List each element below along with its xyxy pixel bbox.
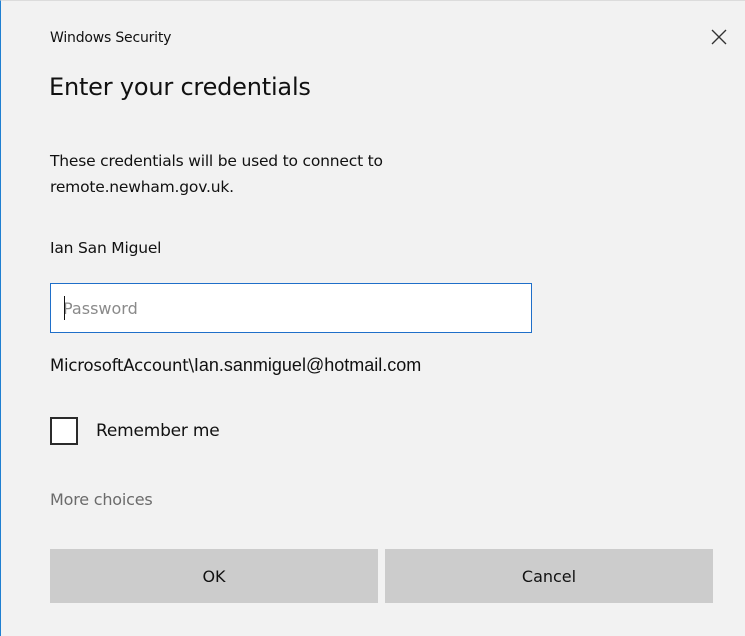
dialog-heading: Enter your credentials	[49, 73, 311, 101]
account-identifier: MicrosoftAccount\Ian.sanmiguel@hotmail.c…	[50, 355, 421, 376]
window-title: Windows Security	[50, 30, 172, 46]
password-input[interactable]	[50, 283, 532, 333]
remember-me-checkbox[interactable]	[50, 417, 78, 445]
remember-me-option[interactable]: Remember me	[50, 415, 220, 447]
dialog-description: These credentials will be used to connec…	[50, 152, 383, 196]
close-button[interactable]	[699, 19, 739, 55]
more-choices-link[interactable]: More choices	[50, 490, 153, 509]
text-cursor	[64, 296, 65, 320]
credentials-dialog: Windows Security Enter your credentials …	[0, 0, 745, 636]
remember-me-label: Remember me	[96, 421, 220, 441]
cancel-button[interactable]: Cancel	[385, 549, 713, 603]
account-email: Ian.sanmiguel@hotmail.com	[193, 355, 422, 375]
account-prefix: MicrosoftAccount\	[50, 356, 194, 375]
user-display-name: Ian San Miguel	[50, 239, 162, 257]
ok-button[interactable]: OK	[50, 549, 378, 603]
close-icon	[711, 29, 727, 45]
